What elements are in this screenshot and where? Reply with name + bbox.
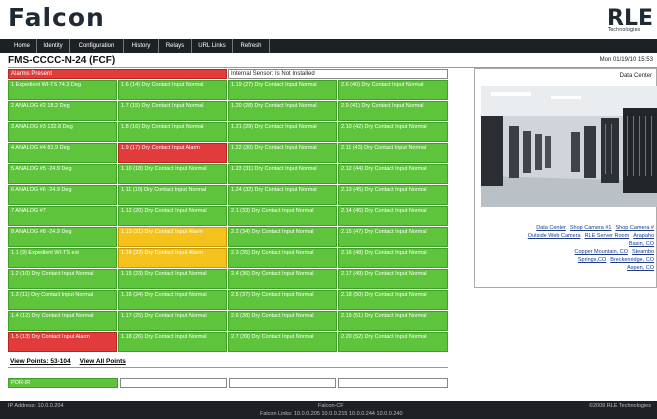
point-cell[interactable]: 1.6 (14) Dry Contact Input Normal	[118, 80, 227, 100]
camera-link[interactable]: Shop Camera #1	[570, 225, 612, 231]
point-cell[interactable]: 3 ANALOG #3 132.8 Deg	[8, 122, 117, 142]
point-cell[interactable]: 1.13 (21) Dry Contact Input Alarm	[118, 227, 227, 247]
point-cell[interactable]: 2.16 (48) Dry Contact Input Normal	[338, 248, 448, 268]
footer-ip: IP Address: 10.0.0.204	[8, 403, 64, 409]
point-cell[interactable]: 4 ANALOG #4 81.9 Deg	[8, 143, 117, 163]
point-cell[interactable]: 1.5 (13) Dry Contact Input Alarm	[8, 332, 117, 352]
por-status[interactable]: POR-IR	[8, 378, 118, 388]
footer-center: Falcon-CF	[318, 403, 344, 409]
datetime: Mon 01/19/10 15:53	[599, 57, 653, 63]
point-cell[interactable]: 2.5 (37) Dry Contact Input Normal	[228, 290, 337, 310]
point-cell[interactable]: 1.8 (16) Dry Contact Input Normal	[118, 122, 227, 142]
point-cell[interactable]: 2.15 (47) Dry Contact Input Normal	[338, 227, 448, 247]
camera-link[interactable]: Basin, CO	[629, 241, 654, 247]
camera-link[interactable]: Data Center	[536, 225, 566, 231]
camera-link[interactable]: Breckenridge, CO	[610, 257, 654, 263]
footer-copyright: ©2009 RLE Technologies	[588, 403, 651, 409]
point-cell[interactable]: 1.23 (31) Dry Contact Input Normal	[228, 164, 337, 184]
point-cell[interactable]: 2.6 (38) Dry Contact Input Normal	[228, 311, 337, 331]
point-cell[interactable]: 1.9 (17) Dry Contact Input Alarm	[118, 143, 227, 163]
point-cell[interactable]: 2.20 (52) Dry Contact Input Normal	[338, 332, 448, 352]
point-cell[interactable]: 2.17 (49) Dry Contact Input Normal	[338, 269, 448, 289]
rle-logo: RLE Technologies	[607, 6, 653, 33]
point-cell[interactable]: 6 ANALOG #6 -24.9 Deg	[8, 185, 117, 205]
footer: IP Address: 10.0.0.204 Falcon-CF Falcon …	[0, 401, 657, 419]
point-cell[interactable]: 1.16 (24) Dry Contact Input Normal	[118, 290, 227, 310]
point-cell[interactable]: 1.4 (12) Dry Contact Input Normal	[8, 311, 117, 331]
camera-links: Data Center Shop Camera #1 Shop Camera # O…	[475, 224, 656, 272]
point-cell[interactable]: 2.2 (34) Dry Contact Input Normal	[228, 227, 337, 247]
por-empty-3	[338, 378, 448, 388]
view-all-points-link[interactable]: View All Points	[80, 358, 126, 365]
divider	[8, 367, 448, 368]
camera-link[interactable]: Outside Web Camera	[528, 233, 581, 239]
point-cell[interactable]: 1.19 (27) Dry Contact Input Normal	[228, 80, 337, 100]
point-cell[interactable]: 8 ANALOG #8 -24.9 Deg	[8, 227, 117, 247]
por-empty-2	[229, 378, 336, 388]
view-links: View Points: 53-104 View All Points	[10, 358, 126, 365]
camera-link[interactable]: Springs,CO	[578, 257, 606, 263]
alarm-banner: Alarms Present	[8, 69, 227, 79]
point-cell[interactable]: 2.7 (39) Dry Contact Input Normal	[228, 332, 337, 352]
main-nav: Home Identity Configuration History Rela…	[0, 39, 657, 53]
point-cell[interactable]: 2.9 (41) Dry Contact Input Normal	[338, 101, 448, 121]
point-cell[interactable]: 1.20 (28) Dry Contact Input Normal	[228, 101, 337, 121]
nav-home[interactable]: Home	[8, 39, 37, 53]
point-cell[interactable]: 2.19 (51) Dry Contact Input Normal	[338, 311, 448, 331]
sensor-banner: Internal Sensor: Is Not Installed	[228, 69, 448, 79]
camera-link[interactable]: Arapaho	[633, 233, 654, 239]
camera-link[interactable]: Copper Mountain, CO	[574, 249, 628, 255]
point-cell[interactable]: 2.10 (42) Dry Contact Input Normal	[338, 122, 448, 142]
camera-title: Data Center	[619, 73, 652, 79]
point-cell[interactable]: 2.14 (46) Dry Contact Input Normal	[338, 206, 448, 226]
camera-image[interactable]	[481, 86, 657, 207]
point-cell[interactable]: 1.18 (26) Dry Contact Input Normal	[118, 332, 227, 352]
nav-url-links[interactable]: URL Links	[192, 39, 233, 53]
point-cell[interactable]: 2.3 (35) Dry Contact Input Normal	[228, 248, 337, 268]
point-cell[interactable]: 2.6 (40) Dry Contact Input Normal	[338, 80, 448, 100]
point-cell[interactable]: 2.4 (36) Dry Contact Input Normal	[228, 269, 337, 289]
nav-history[interactable]: History	[124, 39, 159, 53]
camera-panel: Data Center Data Center Shop Camera #1 S…	[474, 68, 657, 288]
point-cell[interactable]: 5 ANALOG #5 -24.9 Deg	[8, 164, 117, 184]
page-title: FMS-CCCC-N-24 (FCF)	[8, 55, 116, 66]
point-cell[interactable]: 1.7 (15) Dry Contact Input Normal	[118, 101, 227, 121]
point-cell[interactable]: 2 ANALOG #2 18.2 Deg	[8, 101, 117, 121]
por-empty-1	[120, 378, 227, 388]
point-cell[interactable]: 1.17 (25) Dry Contact Input Normal	[118, 311, 227, 331]
point-cell[interactable]: 2.18 (50) Dry Contact Input Normal	[338, 290, 448, 310]
point-cell[interactable]: 1.3 (11) Dry Contact Input Normal	[8, 290, 117, 310]
nav-refresh[interactable]: Refresh	[233, 39, 270, 53]
point-cell[interactable]: 1.22 (30) Dry Contact Input Normal	[228, 143, 337, 163]
view-points-link[interactable]: View Points: 53-104	[10, 358, 71, 365]
point-cell[interactable]: 1.10 (18) Dry Contact Input Normal	[118, 164, 227, 184]
point-cell[interactable]: 1 Expedient WI-TS 74.3 Deg	[8, 80, 117, 100]
point-cell[interactable]: 2.13 (45) Dry Contact Input Normal	[338, 185, 448, 205]
point-cell[interactable]: 2.1 (33) Dry Contact Input Normal	[228, 206, 337, 226]
point-cell[interactable]: 1.2 (10) Dry Contact Input Normal	[8, 269, 117, 289]
camera-link[interactable]: RLE Server Room	[585, 233, 630, 239]
point-cell[interactable]: 1.11 (19) Dry Contact Input Normal	[118, 185, 227, 205]
point-cell[interactable]: 1.1 (9) Expedient WI-TS ext	[8, 248, 117, 268]
point-cell[interactable]: 2.11 (43) Dry Contact Input Normal	[338, 143, 448, 163]
point-cell[interactable]: 1.15 (23) Dry Contact Input Normal	[118, 269, 227, 289]
falcon-logo: Falcon	[8, 3, 105, 32]
camera-link[interactable]: Steambo	[632, 249, 654, 255]
point-cell[interactable]: 1.21 (29) Dry Contact Input Normal	[228, 122, 337, 142]
footer-links[interactable]: Falcon Links: 10.0.0.205 10.0.0.215 10.0…	[260, 411, 403, 417]
point-cell[interactable]: 1.12 (20) Dry Contact Input Normal	[118, 206, 227, 226]
nav-identity[interactable]: Identity	[37, 39, 70, 53]
camera-link[interactable]: Shop Camera #	[615, 225, 654, 231]
point-cell[interactable]: 1.24 (32) Dry Contact Input Normal	[228, 185, 337, 205]
point-cell[interactable]: 2.12 (44) Dry Contact Input Normal	[338, 164, 448, 184]
camera-link[interactable]: Aspen, CO	[627, 265, 654, 271]
nav-configuration[interactable]: Configuration	[70, 39, 124, 53]
point-cell[interactable]: 7 ANALOG #7	[8, 206, 117, 226]
point-cell[interactable]: 1.14 (22) Dry Contact Input Alarm	[118, 248, 227, 268]
nav-relays[interactable]: Relays	[159, 39, 192, 53]
